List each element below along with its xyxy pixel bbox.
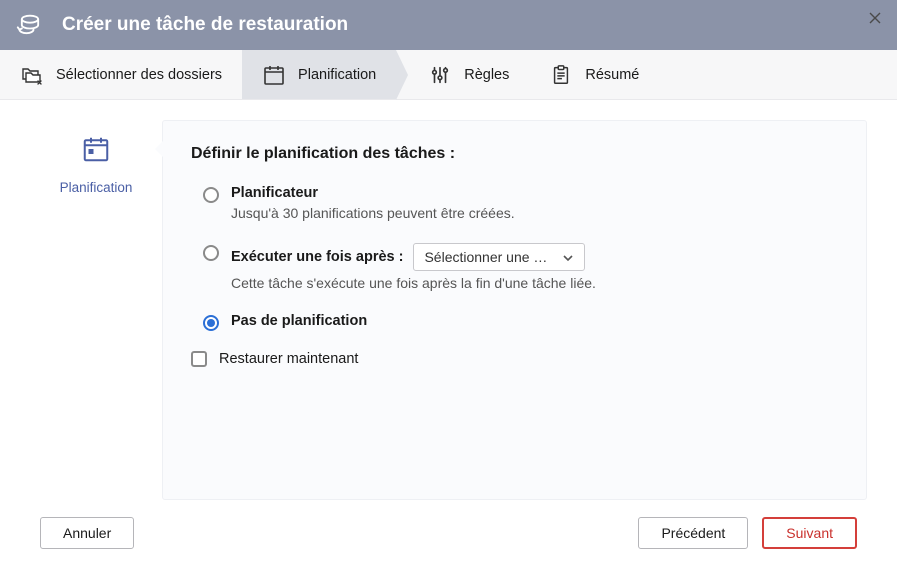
- clipboard-icon: [549, 63, 573, 87]
- select-value: Sélectionner une …: [424, 249, 547, 265]
- restore-icon: [16, 11, 44, 39]
- step-rules[interactable]: Règles: [396, 50, 529, 99]
- step-select-folders[interactable]: Sélectionner des dossiers: [0, 50, 242, 99]
- calendar-icon: [262, 63, 286, 87]
- restore-now-row[interactable]: Restaurer maintenant: [191, 351, 838, 367]
- option-scheduler[interactable]: Planificateur Jusqu'à 30 planifications …: [203, 185, 838, 237]
- option-no-schedule[interactable]: Pas de planification: [203, 313, 838, 331]
- option-label: Pas de planification: [231, 313, 838, 329]
- step-summary[interactable]: Résumé: [529, 50, 659, 99]
- radio-run-once[interactable]: [203, 245, 219, 261]
- option-label: Planificateur: [231, 185, 838, 201]
- main-area: Planification Définir le planification d…: [0, 100, 897, 500]
- step-label: Planification: [298, 67, 376, 83]
- sliders-icon: [428, 63, 452, 87]
- dialog-title: Créer une tâche de restauration: [62, 14, 348, 36]
- option-desc: Cette tâche s'exécute une fois après la …: [231, 275, 838, 291]
- footer: Annuler Précédent Suivant: [0, 500, 897, 566]
- step-label: Résumé: [585, 67, 639, 83]
- linked-task-select[interactable]: Sélectionner une …: [413, 243, 585, 271]
- folders-icon: [20, 63, 44, 87]
- schedule-panel: Définir le planification des tâches : Pl…: [162, 120, 867, 500]
- calendar-icon: [81, 134, 111, 164]
- restore-now-checkbox[interactable]: [191, 351, 207, 367]
- radio-no-schedule[interactable]: [203, 315, 219, 331]
- step-label: Sélectionner des dossiers: [56, 67, 222, 83]
- step-label: Règles: [464, 67, 509, 83]
- previous-button[interactable]: Précédent: [638, 517, 748, 549]
- checkbox-label: Restaurer maintenant: [219, 351, 358, 367]
- side-label: Planification: [60, 180, 133, 195]
- step-scheduling[interactable]: Planification: [242, 50, 396, 99]
- dialog-header: Créer une tâche de restauration: [0, 0, 897, 50]
- option-desc: Jusqu'à 30 planifications peuvent être c…: [231, 205, 838, 221]
- cancel-button[interactable]: Annuler: [40, 517, 134, 549]
- option-run-once[interactable]: Exécuter une fois après : Sélectionner u…: [203, 243, 838, 307]
- radio-scheduler[interactable]: [203, 187, 219, 203]
- next-button[interactable]: Suivant: [762, 517, 857, 549]
- close-button[interactable]: [865, 8, 885, 28]
- side-panel: Planification: [30, 120, 162, 500]
- option-label: Exécuter une fois après :: [231, 249, 403, 265]
- wizard-steps: Sélectionner des dossiers Planification …: [0, 50, 897, 100]
- panel-title: Définir le planification des tâches :: [191, 145, 838, 163]
- chevron-down-icon: [562, 249, 574, 265]
